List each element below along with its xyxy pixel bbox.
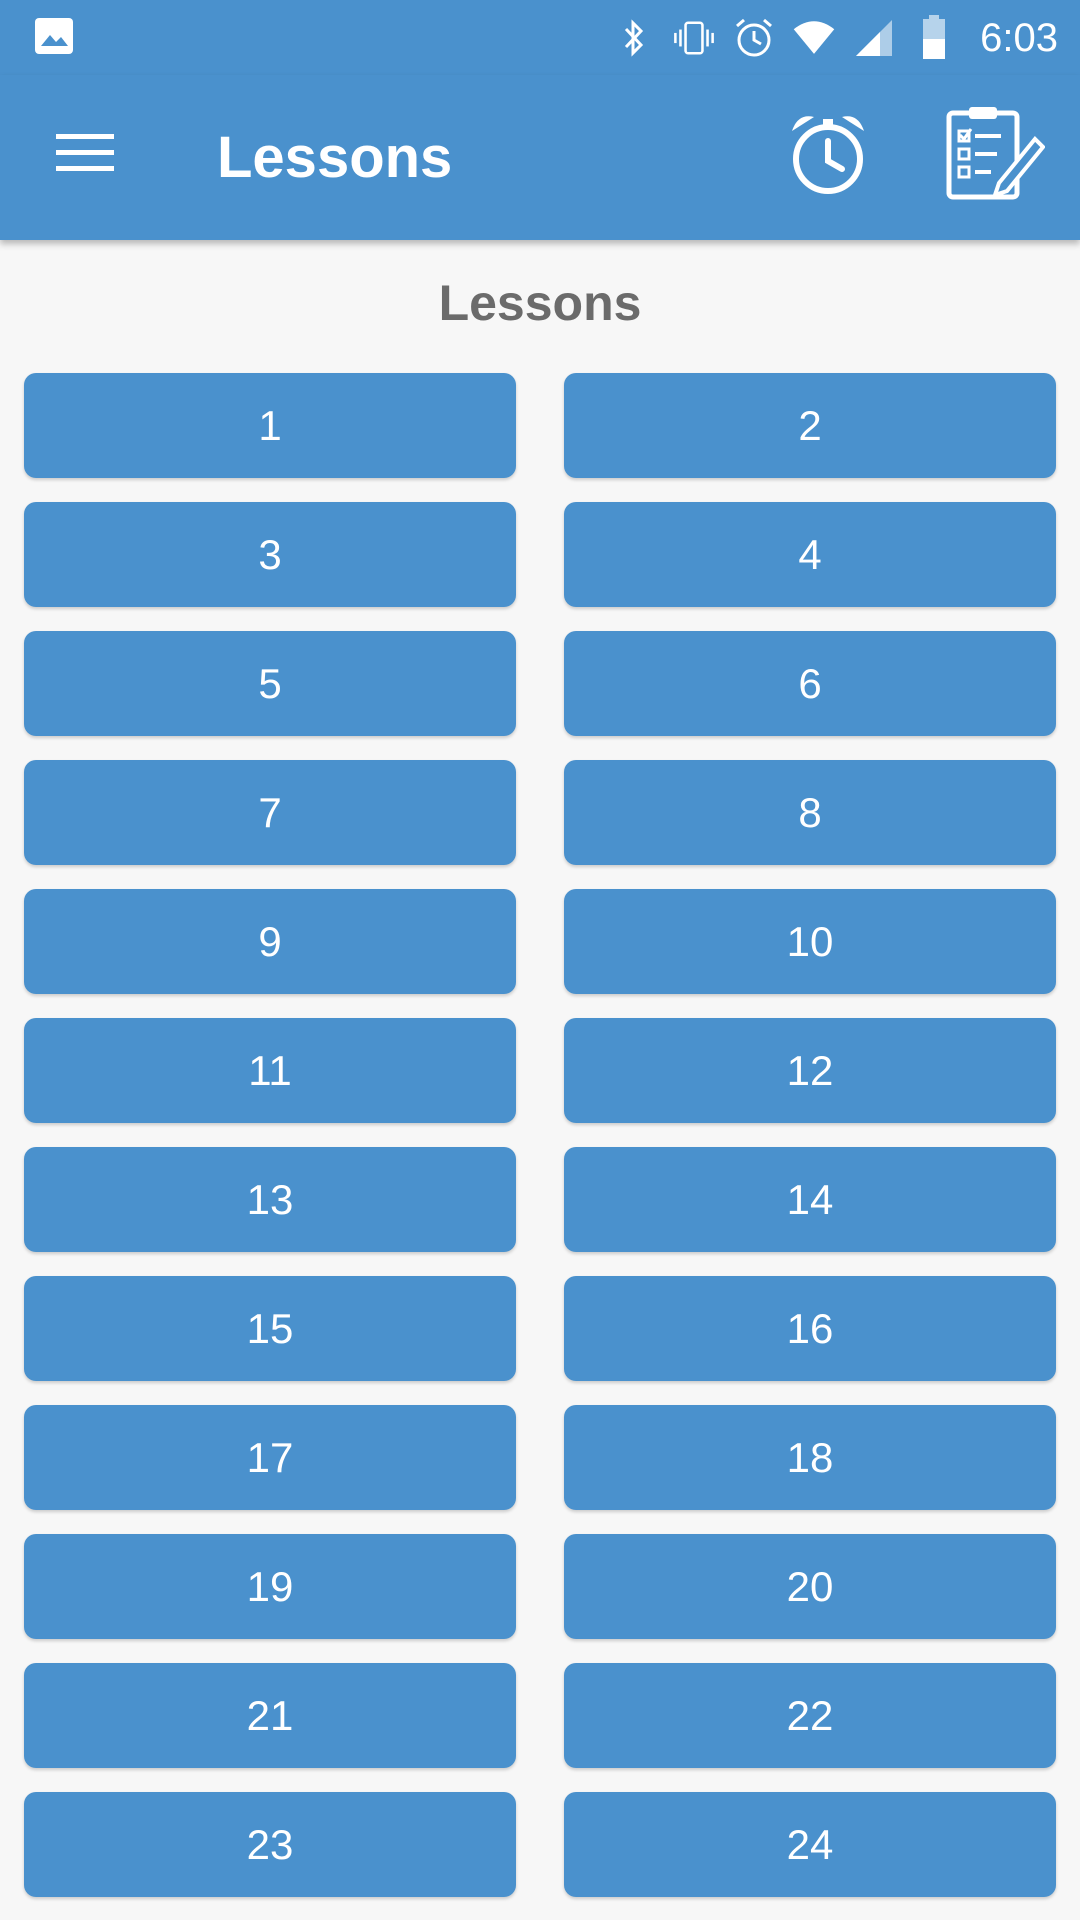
image-icon xyxy=(33,16,75,56)
lesson-button-20[interactable]: 20 xyxy=(564,1534,1056,1639)
lesson-button-24[interactable]: 24 xyxy=(564,1792,1056,1897)
lesson-button-18[interactable]: 18 xyxy=(564,1405,1056,1510)
alarm-clock-icon xyxy=(788,111,868,202)
lesson-button-2[interactable]: 2 xyxy=(564,373,1056,478)
lesson-button-12[interactable]: 12 xyxy=(564,1018,1056,1123)
alarm-button[interactable] xyxy=(782,110,874,202)
lesson-grid: 1 2 3 4 5 6 7 8 9 10 11 12 13 14 15 16 17 18 19 20 21 22 23 24 xyxy=(24,373,1056,1897)
menu-button[interactable] xyxy=(40,120,130,190)
lesson-button-5[interactable]: 5 xyxy=(24,631,516,736)
lesson-button-15[interactable]: 15 xyxy=(24,1276,516,1381)
lesson-button-21[interactable]: 21 xyxy=(24,1663,516,1768)
lesson-button-7[interactable]: 7 xyxy=(24,760,516,865)
lesson-button-23[interactable]: 23 xyxy=(24,1792,516,1897)
lesson-button-22[interactable]: 22 xyxy=(564,1663,1056,1768)
lesson-button-10[interactable]: 10 xyxy=(564,889,1056,994)
status-time: 6:03 xyxy=(980,15,1058,60)
lesson-button-8[interactable]: 8 xyxy=(564,760,1056,865)
lesson-button-17[interactable]: 17 xyxy=(24,1405,516,1510)
lesson-button-13[interactable]: 13 xyxy=(24,1147,516,1252)
lesson-button-16[interactable]: 16 xyxy=(564,1276,1056,1381)
lesson-button-14[interactable]: 14 xyxy=(564,1147,1056,1252)
status-bar: 6:03 xyxy=(0,0,1080,75)
lesson-button-3[interactable]: 3 xyxy=(24,502,516,607)
app-title: Lessons xyxy=(217,125,453,190)
signal-icon xyxy=(852,16,896,60)
clipboard-edit-icon xyxy=(945,105,1046,206)
lesson-button-4[interactable]: 4 xyxy=(564,502,1056,607)
lesson-button-6[interactable]: 6 xyxy=(564,631,1056,736)
lesson-button-9[interactable]: 9 xyxy=(24,889,516,994)
wifi-icon xyxy=(792,16,836,60)
alarm-status-icon xyxy=(732,16,776,60)
lesson-button-19[interactable]: 19 xyxy=(24,1534,516,1639)
lesson-button-11[interactable]: 11 xyxy=(24,1018,516,1123)
lesson-button-1[interactable]: 1 xyxy=(24,373,516,478)
menu-icon xyxy=(56,132,114,179)
section-heading: Lessons xyxy=(438,275,642,331)
status-icons: 6:03 xyxy=(596,10,1058,66)
app-bar: Lessons xyxy=(0,75,1080,240)
bluetooth-icon xyxy=(612,16,656,60)
vibrate-icon xyxy=(672,16,716,60)
notes-button[interactable] xyxy=(940,105,1050,205)
battery-icon xyxy=(912,15,956,60)
